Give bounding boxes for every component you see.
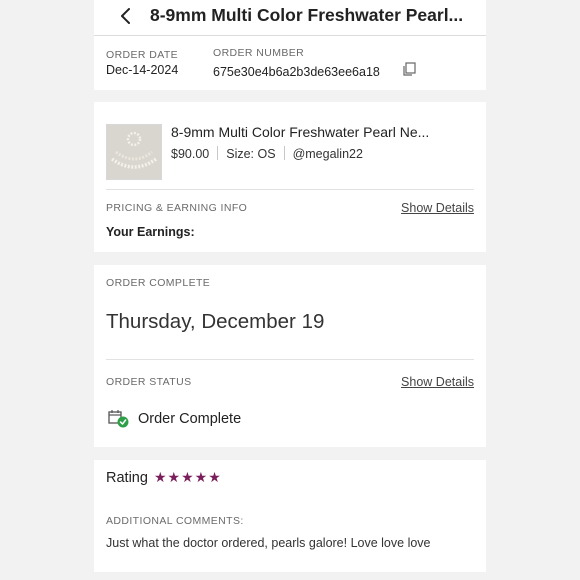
back-arrow-icon[interactable]: [116, 6, 136, 26]
seller-username[interactable]: @megalin22: [293, 147, 363, 161]
page-title: 8-9mm Multi Color Freshwater Pearl...: [150, 5, 464, 25]
order-date-label: ORDER DATE: [106, 49, 179, 61]
product-thumbnail[interactable]: [106, 124, 162, 180]
order-number: 675e30e4b6a2b3de63ee6a18: [213, 65, 380, 79]
rating-stars: ★★★★★: [154, 469, 222, 485]
order-complete-label: ORDER COMPLETE: [106, 277, 211, 289]
section-gap: [94, 252, 486, 265]
pricing-label: PRICING & EARNING INFO: [106, 202, 248, 214]
product-size: Size: OS: [226, 147, 276, 161]
header: 8-9mm Multi Color Freshwater Pearl...: [94, 0, 486, 36]
order-complete-icon: [108, 410, 129, 428]
section-gap: [94, 447, 486, 460]
comment-text: Just what the doctor ordered, pearls gal…: [106, 536, 431, 550]
meta-separator: [217, 146, 219, 160]
comments-label: ADDITIONAL COMMENTS:: [106, 515, 244, 527]
order-status-label: ORDER STATUS: [106, 376, 192, 388]
section-gap: [94, 572, 486, 580]
pricing-show-details-link[interactable]: Show Details: [401, 201, 474, 215]
status-show-details-link[interactable]: Show Details: [401, 375, 474, 389]
copy-icon[interactable]: [402, 62, 416, 76]
earnings-label: Your Earnings:: [106, 225, 195, 239]
order-status-text: Order Complete: [138, 411, 242, 427]
product-price: $90.00: [171, 147, 210, 161]
product-title[interactable]: 8-9mm Multi Color Freshwater Pearl Ne...: [171, 124, 429, 140]
pearl-necklace-image: [107, 125, 161, 179]
product-meta: $90.00 Size: OS @megalin22: [171, 146, 363, 161]
completion-date: Thursday, December 19: [106, 310, 325, 333]
order-details-sheet: 8-9mm Multi Color Freshwater Pearl... OR…: [94, 0, 486, 580]
meta-separator: [283, 146, 285, 160]
order-date: Dec-14-2024: [106, 63, 179, 77]
section-gap: [94, 90, 486, 102]
rating-label: Rating: [106, 470, 148, 486]
divider: [106, 359, 474, 360]
divider: [106, 189, 474, 190]
order-number-label: ORDER NUMBER: [213, 47, 305, 59]
